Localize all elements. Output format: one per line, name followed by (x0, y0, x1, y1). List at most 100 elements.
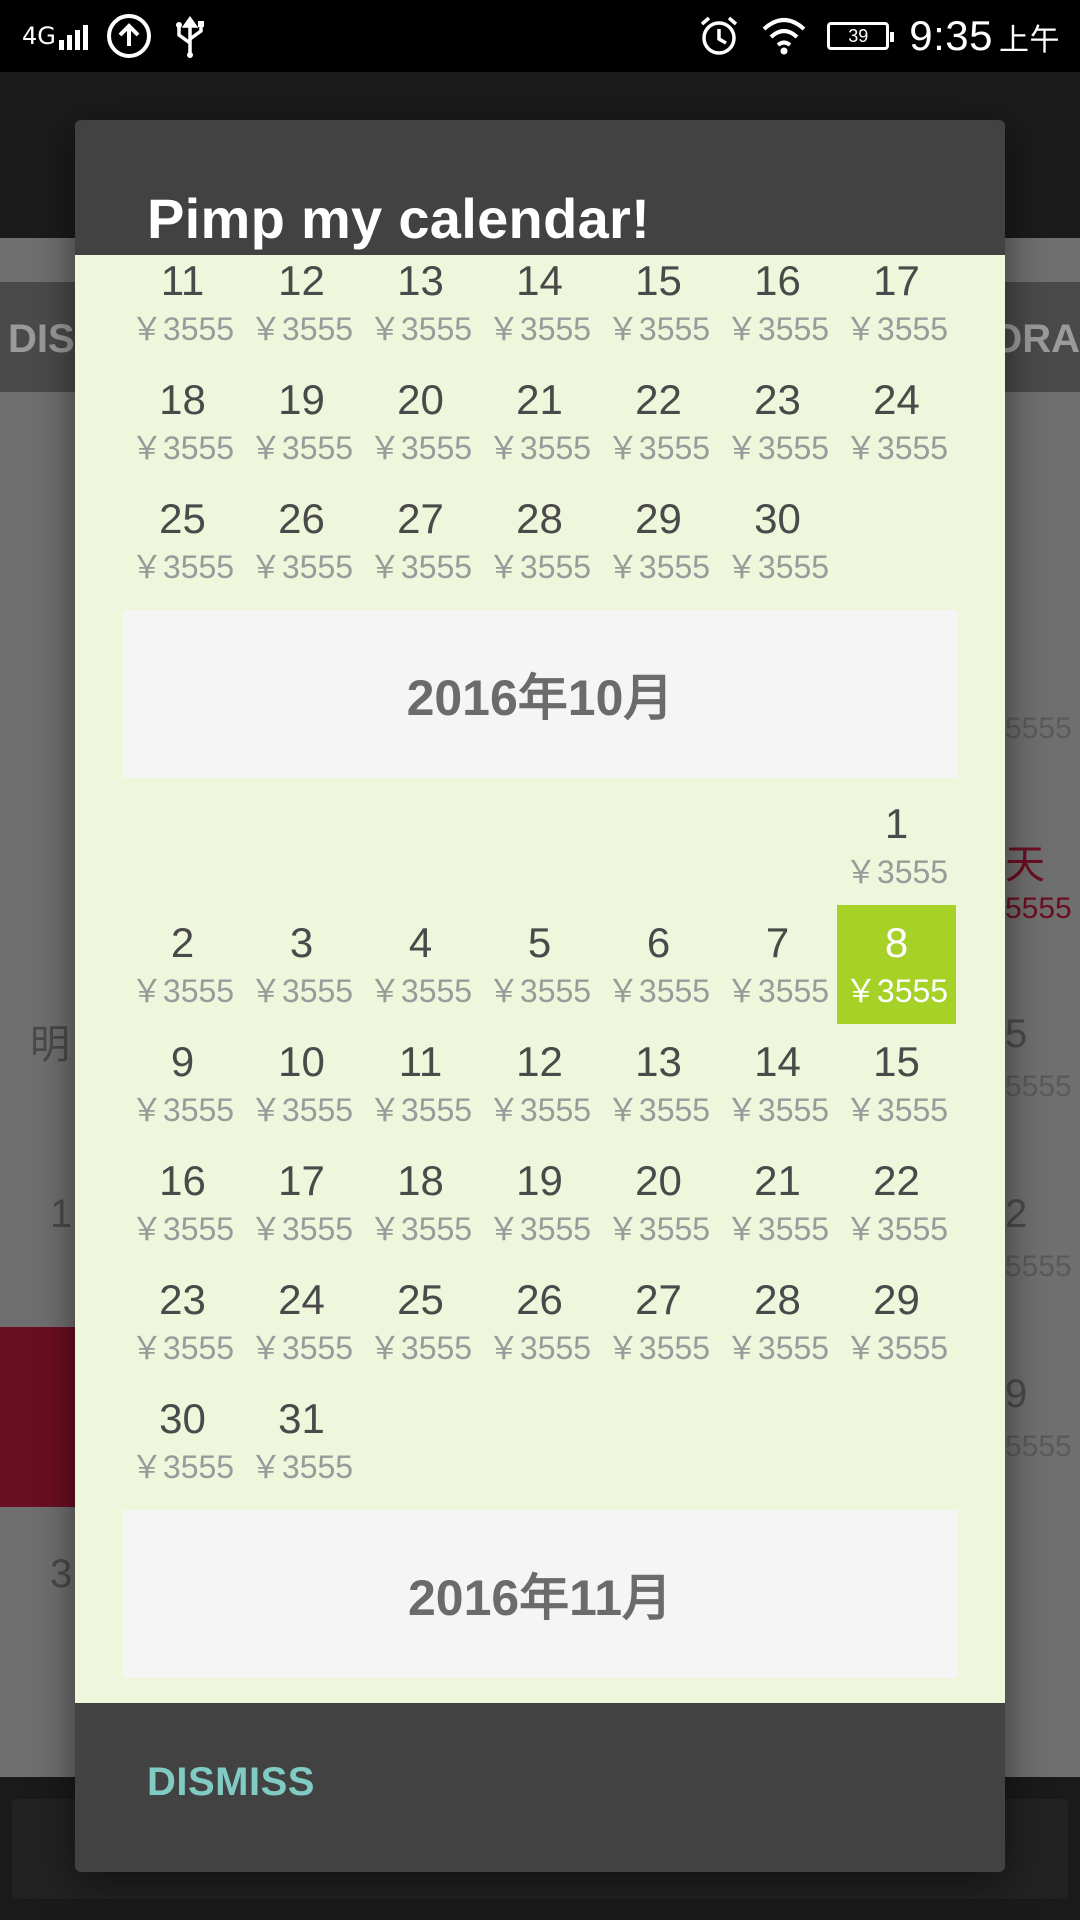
day-cell[interactable]: 21 ￥3555 (480, 362, 599, 481)
day-cell[interactable]: 17 ￥3555 (837, 255, 956, 362)
day-number: 20 (397, 376, 444, 423)
day-cell[interactable]: 2 (480, 1686, 599, 1703)
day-price: ￥3555 (249, 549, 354, 585)
day-number: 8 (884, 919, 909, 966)
day-cell[interactable]: 20 ￥3555 (361, 362, 480, 481)
day-number: 20 (635, 1157, 682, 1204)
day-cell[interactable]: 18 ￥3555 (123, 362, 242, 481)
day-price: ￥3555 (368, 549, 473, 585)
day-number: 4 (408, 919, 433, 966)
day-cell[interactable]: 30 ￥3555 (718, 481, 837, 600)
day-cell[interactable]: 12 ￥3555 (242, 255, 361, 362)
day-cell[interactable]: 4 ￥3555 (361, 905, 480, 1024)
day-price: ￥3555 (487, 311, 592, 347)
day-cell[interactable]: 19 ￥3555 (242, 362, 361, 481)
empty-day-cell (718, 786, 837, 905)
day-cell[interactable]: 9 ￥3555 (123, 1024, 242, 1143)
background-highlight-row (0, 1327, 78, 1507)
day-cell[interactable]: 3 ￥3555 (242, 905, 361, 1024)
day-number: 26 (516, 1276, 563, 1323)
day-cell[interactable]: 23 ￥3555 (718, 362, 837, 481)
day-cell[interactable]: 19 ￥3555 (480, 1143, 599, 1262)
dismiss-button[interactable]: DISMISS (147, 1760, 315, 1805)
day-number: 30 (754, 495, 801, 542)
day-cell[interactable]: 26 ￥3555 (242, 481, 361, 600)
day-cell[interactable]: 28 ￥3555 (718, 1262, 837, 1381)
day-cell[interactable]: 6 ￥3555 (599, 905, 718, 1024)
day-cell[interactable]: 10 ￥3555 (242, 1024, 361, 1143)
day-cell[interactable]: 18 ￥3555 (361, 1143, 480, 1262)
day-price: ￥3555 (606, 311, 711, 347)
day-cell[interactable]: 4 (718, 1686, 837, 1703)
day-cell[interactable]: 2 ￥3555 (123, 905, 242, 1024)
day-cell[interactable]: 24 ￥3555 (837, 362, 956, 481)
day-price: ￥3555 (130, 311, 235, 347)
day-cell[interactable]: 29 ￥3555 (837, 1262, 956, 1381)
calendar-scroll-view[interactable]: 11 ￥3555 12 ￥3555 13 ￥3555 14 ￥3555 15 ￥3555 16 ￥35… (75, 255, 1005, 1703)
day-number: 13 (635, 1038, 682, 1085)
day-cell[interactable]: 29 ￥3555 (599, 481, 718, 600)
day-cell[interactable]: 27 ￥3555 (361, 481, 480, 600)
day-number: 28 (754, 1276, 801, 1323)
week-row: 23 ￥3555 24 ￥3555 25 ￥3555 26 ￥3555 27 ￥3555 28 ￥35… (123, 1262, 957, 1381)
day-cell[interactable]: 1 (361, 1686, 480, 1703)
day-cell[interactable]: 21 ￥3555 (718, 1143, 837, 1262)
day-number: 9 (170, 1038, 195, 1085)
day-price: ￥3555 (725, 1211, 830, 1247)
day-price: ￥3555 (249, 973, 354, 1009)
day-number: 23 (754, 376, 801, 423)
day-price: ￥3555 (844, 1092, 949, 1128)
day-cell[interactable]: 16 ￥3555 (123, 1143, 242, 1262)
day-price: ￥3555 (844, 854, 949, 890)
day-cell[interactable]: 22 ￥3555 (599, 362, 718, 481)
day-cell[interactable]: 25 ￥3555 (361, 1262, 480, 1381)
clock: 9:35 上午 (909, 12, 1060, 59)
day-cell[interactable]: 17 ￥3555 (242, 1143, 361, 1262)
day-cell[interactable]: 14 ￥3555 (480, 255, 599, 362)
day-cell[interactable]: 16 ￥3555 (718, 255, 837, 362)
background-price: 5555 (1005, 1070, 1072, 1103)
day-price: ￥3555 (487, 1211, 592, 1247)
empty-day-cell (361, 786, 480, 905)
day-cell[interactable]: 13 ￥3555 (361, 255, 480, 362)
day-cell[interactable]: 5 ￥3555 (480, 905, 599, 1024)
day-cell[interactable]: 20 ￥3555 (599, 1143, 718, 1262)
day-cell[interactable]: 11 ￥3555 (123, 255, 242, 362)
day-cell[interactable]: 28 ￥3555 (480, 481, 599, 600)
day-cell[interactable]: 30 ￥3555 (123, 1381, 242, 1500)
day-cell[interactable]: 1 ￥3555 (837, 786, 956, 905)
day-cell[interactable]: 27 ￥3555 (599, 1262, 718, 1381)
day-price: ￥3555 (249, 1330, 354, 1366)
day-number: 4 (718, 1686, 837, 1703)
day-cell[interactable]: 31 ￥3555 (242, 1381, 361, 1500)
day-cell[interactable]: 25 ￥3555 (123, 481, 242, 600)
day-cell[interactable]: 11 ￥3555 (361, 1024, 480, 1143)
day-cell[interactable]: 7 ￥3555 (718, 905, 837, 1024)
day-cell[interactable]: 24 ￥3555 (242, 1262, 361, 1381)
day-cell[interactable]: 12 ￥3555 (480, 1024, 599, 1143)
day-price: ￥3555 (725, 549, 830, 585)
day-cell[interactable]: 22 ￥3555 (837, 1143, 956, 1262)
day-cell[interactable]: 5 (837, 1686, 956, 1703)
day-cell[interactable]: 15 ￥3555 (837, 1024, 956, 1143)
day-cell[interactable]: 3 (599, 1686, 718, 1703)
day-cell[interactable]: 14 ￥3555 (718, 1024, 837, 1143)
usb-icon (175, 15, 204, 58)
day-price: ￥3555 (368, 973, 473, 1009)
day-price: ￥3555 (130, 973, 235, 1009)
day-cell[interactable]: 13 ￥3555 (599, 1024, 718, 1143)
day-number: 27 (397, 495, 444, 542)
day-price: ￥3555 (606, 1092, 711, 1128)
day-number: 23 (159, 1276, 206, 1323)
month-header: 2016年10月 (123, 610, 957, 778)
day-number: 21 (754, 1157, 801, 1204)
day-price: ￥3555 (130, 1211, 235, 1247)
week-row: 18 ￥3555 19 ￥3555 20 ￥3555 21 ￥3555 22 ￥3555 23 ￥35… (123, 362, 957, 481)
day-cell[interactable]: 8 ￥3555 (837, 905, 956, 1024)
day-cell[interactable]: 26 ￥3555 (480, 1262, 599, 1381)
day-cell[interactable]: 15 ￥3555 (599, 255, 718, 362)
day-price: ￥3555 (130, 430, 235, 466)
calendar-dialog: Pimp my calendar! 11 ￥3555 12 ￥3555 13 ￥3555 1… (75, 120, 1005, 1872)
day-cell[interactable]: 23 ￥3555 (123, 1262, 242, 1381)
empty-day-cell (480, 786, 599, 905)
